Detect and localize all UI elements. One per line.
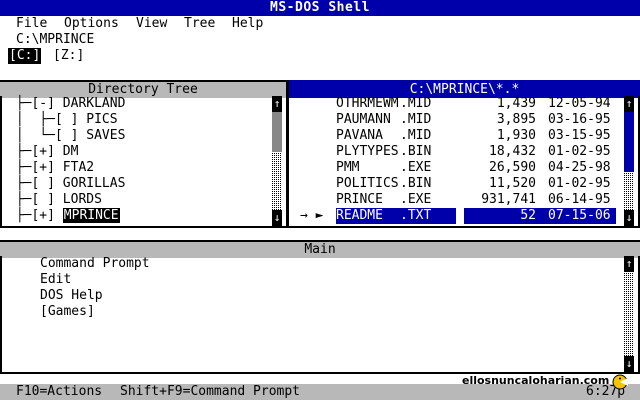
program-games[interactable]: [Games] xyxy=(40,304,95,320)
file-row[interactable]: PRINCE .EXE 931,741 06-14-95 xyxy=(300,192,620,208)
file-row[interactable]: PAVANA .MID 1,930 03-15-95 xyxy=(300,128,620,144)
file-scrollbar[interactable]: ↑ ↓ xyxy=(624,96,634,226)
status-actions[interactable]: F10=Actions xyxy=(16,384,102,400)
scroll-down-icon[interactable]: ↓ xyxy=(624,356,634,372)
current-path: C:\MPRINCE xyxy=(16,32,95,47)
program-edit[interactable]: Edit xyxy=(40,272,71,288)
program-list: Command Prompt Edit DOS Help [Games] xyxy=(0,256,620,368)
scroll-track[interactable] xyxy=(624,272,634,356)
menu-options[interactable]: Options xyxy=(64,16,119,32)
drive-c[interactable]: [C:] xyxy=(8,48,42,64)
menu-help[interactable]: Help xyxy=(232,16,263,32)
selection-pointer-icon: → ► xyxy=(300,208,324,223)
status-command-prompt[interactable]: Shift+F9=Command Prompt xyxy=(120,384,300,400)
drive-z[interactable]: [Z:] xyxy=(52,48,85,64)
program-command-prompt[interactable]: Command Prompt xyxy=(40,256,150,272)
pacman-logo-icon xyxy=(612,374,628,390)
menu-bar: File Options View Tree Help xyxy=(0,16,640,32)
scroll-up-icon[interactable]: ↑ xyxy=(624,256,634,272)
scroll-down-icon[interactable]: ↓ xyxy=(624,210,634,226)
menu-tree[interactable]: Tree xyxy=(184,16,215,32)
file-row[interactable]: OTHRMEWM .MID 1,439 12-05-94 xyxy=(300,96,620,112)
scroll-thumb[interactable] xyxy=(624,112,634,172)
file-row[interactable]: PAUMANN .MID 3,895 03-16-95 xyxy=(300,112,620,128)
program-scrollbar[interactable]: ↑ ↓ xyxy=(624,256,634,372)
file-row-selected[interactable]: → ► README .TXT 52 07-15-06 xyxy=(300,208,620,224)
file-row[interactable]: PLYTYPES .BIN 18,432 01-02-95 xyxy=(300,144,620,160)
file-row[interactable]: POLITICS .BIN 11,520 01-02-95 xyxy=(300,176,620,192)
watermark: ellosnuncaloharian.com xyxy=(462,374,610,387)
window-title: MS-DOS Shell xyxy=(0,0,640,16)
program-dos-help[interactable]: DOS Help xyxy=(40,288,103,304)
file-row[interactable]: PMM .EXE 26,590 04-25-98 xyxy=(300,160,620,176)
menu-file[interactable]: File xyxy=(16,16,47,32)
file-list: OTHRMEWM .MID 1,439 12-05-94 PAUMANN .MI… xyxy=(0,96,640,226)
menu-view[interactable]: View xyxy=(136,16,167,32)
scroll-up-icon[interactable]: ↑ xyxy=(624,96,634,112)
